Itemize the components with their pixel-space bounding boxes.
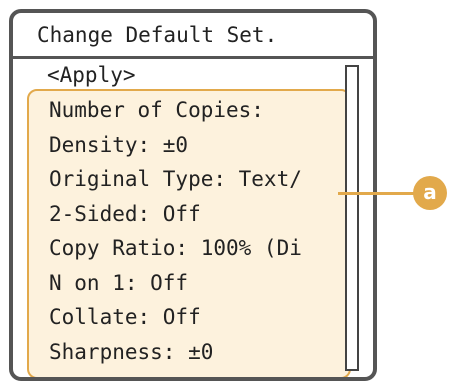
callout-badge: a: [413, 176, 447, 210]
setting-copy-ratio[interactable]: Copy Ratio: 100% (Di: [49, 231, 345, 266]
setting-n-on-1[interactable]: N on 1: Off: [49, 266, 345, 301]
setting-sharpness[interactable]: Sharpness: ±0: [49, 335, 345, 370]
setting-density[interactable]: Density: ±0: [49, 128, 345, 163]
screen-title: Change Default Set.: [13, 13, 373, 59]
setting-2-sided[interactable]: 2-Sided: Off: [49, 197, 345, 232]
apply-item[interactable]: <Apply>: [47, 60, 136, 90]
settings-list: Number of Copies: Density: ±0 Original T…: [49, 93, 345, 369]
setting-collate[interactable]: Collate: Off: [49, 300, 345, 335]
lcd-screen: Change Default Set. <Apply> Number of Co…: [9, 9, 377, 381]
scrollbar[interactable]: [345, 65, 359, 371]
callout-leader-line: [338, 192, 420, 195]
setting-number-of-copies[interactable]: Number of Copies:: [49, 93, 345, 128]
setting-original-type[interactable]: Original Type: Text/: [49, 162, 345, 197]
